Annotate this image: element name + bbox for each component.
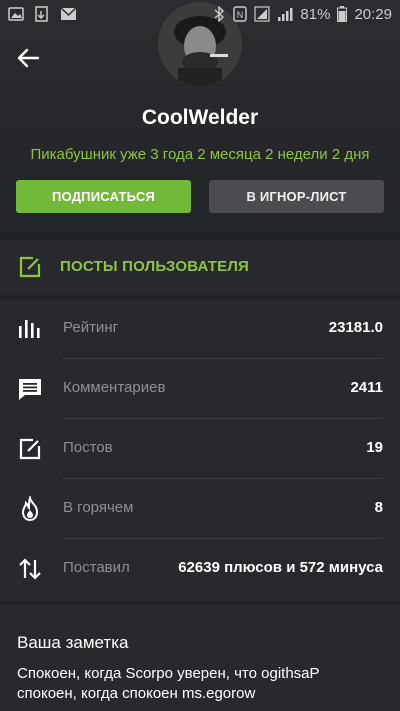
status-bar: N 81% 20:29 — [0, 0, 400, 28]
nfc-icon: N — [233, 6, 248, 22]
edit-icon — [19, 438, 41, 460]
stat-value: 2411 — [350, 379, 383, 396]
image-notification-icon — [8, 7, 24, 21]
stat-value: 23181.0 — [328, 319, 383, 336]
signal-strength-icon — [278, 8, 293, 21]
subscribe-button[interactable]: ПОДПИСАТЬСЯ — [16, 180, 191, 213]
stat-value: 62639 плюсов и 572 минуса — [178, 559, 383, 576]
battery-icon — [337, 6, 348, 22]
note-text: Спокоен, когда Scorpo уверен, что ogiths… — [17, 665, 320, 702]
download-notification-icon — [35, 6, 48, 22]
stats-panel: Рейтинг 23181.0 Комментариев 2411 Постов… — [0, 299, 400, 601]
stat-row-comments: Комментариев 2411 — [0, 359, 400, 419]
stat-row-rating: Рейтинг 23181.0 — [0, 299, 400, 359]
stat-value: 8 — [374, 499, 383, 516]
stat-label: Постов — [63, 439, 113, 456]
rating-bars-icon — [19, 320, 40, 338]
stat-label: В горячем — [63, 499, 134, 516]
stat-row-votes: Поставил 62639 плюсов и 572 минуса — [0, 539, 400, 599]
up-down-arrows-icon — [19, 558, 41, 580]
stat-row-hot: В горячем 8 — [0, 479, 400, 539]
stat-value: 19 — [366, 439, 383, 456]
mail-notification-icon — [60, 7, 77, 20]
status-left — [8, 6, 77, 22]
flame-icon — [21, 496, 39, 522]
user-posts-link[interactable]: ПОСТЫ ПОЛЬЗОВАТЕЛЯ — [0, 240, 400, 295]
stat-label: Рейтинг — [63, 319, 119, 336]
stat-row-posts: Постов 19 — [0, 419, 400, 479]
sim-signal-icon — [254, 6, 271, 22]
user-posts-label: ПОСТЫ ПОЛЬЗОВАТЕЛЯ — [60, 258, 250, 275]
profile-header: CoolWelder Пикабушник уже 3 года 2 месяц… — [0, 0, 400, 232]
battery-percent: 81% — [300, 5, 331, 23]
edit-icon — [19, 256, 41, 278]
status-right: N 81% 20:29 — [212, 6, 392, 23]
tenure-text: Пикабушник уже 3 года 2 месяца 2 недели … — [30, 146, 370, 163]
bluetooth-icon — [214, 6, 225, 22]
stat-label: Поставил — [63, 559, 130, 576]
ignore-list-button[interactable]: В ИГНОР-ЛИСТ — [209, 180, 384, 213]
username: CoolWelder — [141, 106, 259, 129]
comment-icon — [19, 379, 41, 400]
user-note[interactable]: Ваша заметка Спокоен, когда Scorpo увере… — [0, 605, 400, 711]
note-title: Ваша заметка — [17, 633, 129, 652]
stat-label: Комментариев — [63, 379, 166, 396]
svg-text:N: N — [237, 10, 244, 20]
back-arrow-icon[interactable] — [14, 44, 42, 72]
clock: 20:29 — [354, 5, 392, 23]
